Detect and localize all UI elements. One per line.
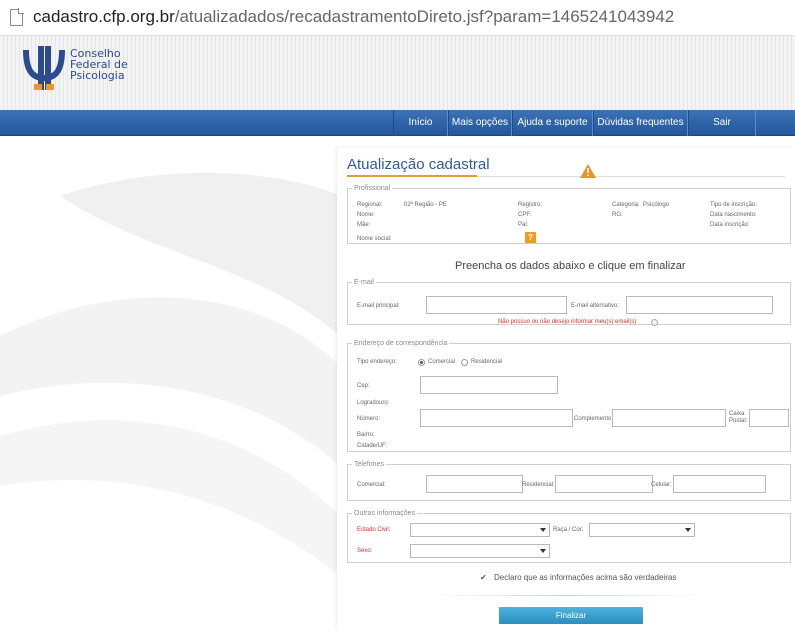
nav-sair[interactable]: Sair bbox=[688, 110, 756, 136]
help-icon[interactable]: ? bbox=[525, 232, 536, 243]
celular-label: Celular: bbox=[651, 482, 672, 488]
nav-ajuda[interactable]: Ajuda e suporte bbox=[512, 110, 593, 136]
logradouro-label: Logradouro: bbox=[357, 400, 390, 406]
numero-label: Número: bbox=[357, 416, 381, 422]
caixa-postal-label: Postal: bbox=[729, 418, 748, 424]
comercial-phone-input[interactable] bbox=[426, 475, 523, 493]
tipo-inscricao-label: Tipo de inscrição: bbox=[710, 202, 757, 208]
tipo-endereco-label: Tipo endereço: bbox=[357, 359, 397, 365]
sexo-label: Sexo: bbox=[357, 548, 373, 554]
title-accent bbox=[347, 175, 477, 177]
email-alternativo-label: E-mail alternativo: bbox=[571, 303, 620, 309]
psi-logo-icon[interactable] bbox=[22, 44, 66, 92]
caixa-postal-input[interactable] bbox=[749, 409, 789, 427]
cidade-label: Cidade/UF: bbox=[357, 443, 388, 449]
site-header: Conselho Federal de Psicologia bbox=[0, 36, 795, 110]
section-legend: Outras informações bbox=[354, 510, 416, 517]
email-principal-input[interactable] bbox=[426, 296, 567, 314]
address-section: Endereço de correspondência Tipo endereç… bbox=[347, 340, 791, 452]
logo-line: Psicologia bbox=[70, 69, 125, 82]
page: cadastro.cfp.org.br/atualizadados/recada… bbox=[0, 0, 795, 628]
caixa-postal-label: Caixa bbox=[729, 411, 745, 417]
mae-label: Mãe: bbox=[357, 222, 371, 228]
professional-section: Profissional Regional: 02ª Região - PE N… bbox=[347, 185, 791, 244]
other-info-section: Outras informações Estado Civil: Raça / … bbox=[347, 510, 791, 563]
celular-input[interactable] bbox=[673, 475, 766, 493]
cpf-label: CPF: bbox=[518, 212, 532, 218]
cep-input[interactable] bbox=[420, 376, 558, 394]
nav-mais-opcoes[interactable]: Mais opções bbox=[448, 110, 512, 136]
background-swoosh bbox=[0, 172, 340, 576]
nav-duvidas[interactable]: Dúvidas frequentes bbox=[593, 110, 688, 136]
numero-input[interactable] bbox=[420, 409, 573, 427]
declaration-text: Declaro que as informações acima são ver… bbox=[494, 573, 677, 582]
form-panel: Atualização cadastral Profissional Regio… bbox=[337, 148, 795, 628]
comercial-phone-label: Comercial: bbox=[357, 482, 386, 488]
raca-select[interactable] bbox=[589, 523, 695, 537]
footer-divider bbox=[432, 595, 702, 596]
bairro-label: Bairro: bbox=[357, 432, 375, 438]
sexo-select[interactable] bbox=[410, 544, 550, 558]
residencial-phone-label: Residencial: bbox=[522, 482, 555, 488]
registro-label: Registro: bbox=[518, 202, 543, 208]
complemento-input[interactable] bbox=[612, 409, 726, 427]
nav-inicio[interactable]: Início bbox=[393, 110, 448, 136]
cep-label: Cep: bbox=[357, 383, 370, 389]
warning-icon[interactable] bbox=[580, 164, 596, 178]
section-legend: E-mail bbox=[354, 279, 374, 286]
logo-text: Conselho Federal de Psicologia bbox=[70, 48, 128, 81]
radio-residencial-label: Residencial bbox=[471, 359, 503, 365]
nome-label: Nome: bbox=[357, 212, 375, 218]
instruction-text: Preencha os dados abaixo e clique em fin… bbox=[455, 260, 686, 272]
pai-label: Pai: bbox=[518, 222, 529, 228]
no-email-label: Não possuo ou não desejo informar meu(s)… bbox=[498, 319, 637, 325]
chevron-down-icon bbox=[540, 528, 546, 532]
categoria-value: Psicólogo bbox=[643, 202, 670, 208]
regional-label: Regional: bbox=[357, 202, 383, 208]
complemento-label: Complemento: bbox=[574, 416, 614, 422]
nome-social-label: Nome social: bbox=[357, 236, 392, 242]
radio-comercial[interactable] bbox=[418, 359, 425, 366]
categoria-label: Categoria: bbox=[612, 202, 640, 208]
chevron-down-icon bbox=[685, 528, 691, 532]
main-nav: Início Mais opções Ajuda e suporte Dúvid… bbox=[0, 110, 795, 136]
page-title: Atualização cadastral bbox=[347, 156, 490, 173]
estado-civil-select[interactable] bbox=[410, 523, 550, 537]
email-principal-label: E-mail principal: bbox=[357, 303, 400, 309]
estado-civil-label: Estado Civil: bbox=[357, 527, 391, 533]
url-text[interactable]: cadastro.cfp.org.br/atualizadados/recada… bbox=[33, 7, 674, 27]
email-alternativo-input[interactable] bbox=[626, 296, 773, 314]
data-nascimento-label: Data nascimento: bbox=[710, 212, 757, 218]
section-legend: Telefones bbox=[354, 461, 384, 468]
no-email-checkbox[interactable] bbox=[651, 319, 658, 326]
raca-label: Raça / Cor: bbox=[553, 527, 584, 533]
radio-comercial-label: Comercial bbox=[428, 359, 456, 365]
page-icon bbox=[10, 8, 24, 26]
rg-label: RG: bbox=[612, 212, 623, 218]
email-section: E-mail E-mail principal: E-mail alternat… bbox=[347, 279, 791, 326]
residencial-phone-input[interactable] bbox=[555, 475, 653, 493]
finalizar-button[interactable]: Finalizar bbox=[499, 607, 643, 624]
declaration-check-icon[interactable]: ✔ bbox=[480, 573, 487, 582]
regional-value: 02ª Região - PE bbox=[404, 202, 447, 208]
section-legend: Endereço de correspondência bbox=[354, 340, 448, 347]
chevron-down-icon bbox=[540, 549, 546, 553]
browser-address-bar[interactable]: cadastro.cfp.org.br/atualizadados/recada… bbox=[0, 0, 795, 36]
radio-residencial[interactable] bbox=[461, 359, 468, 366]
data-inscricao-label: Data inscrição: bbox=[710, 222, 750, 228]
section-legend: Profissional bbox=[354, 185, 391, 192]
phones-section: Telefones Comercial: Residencial: Celula… bbox=[347, 461, 791, 501]
